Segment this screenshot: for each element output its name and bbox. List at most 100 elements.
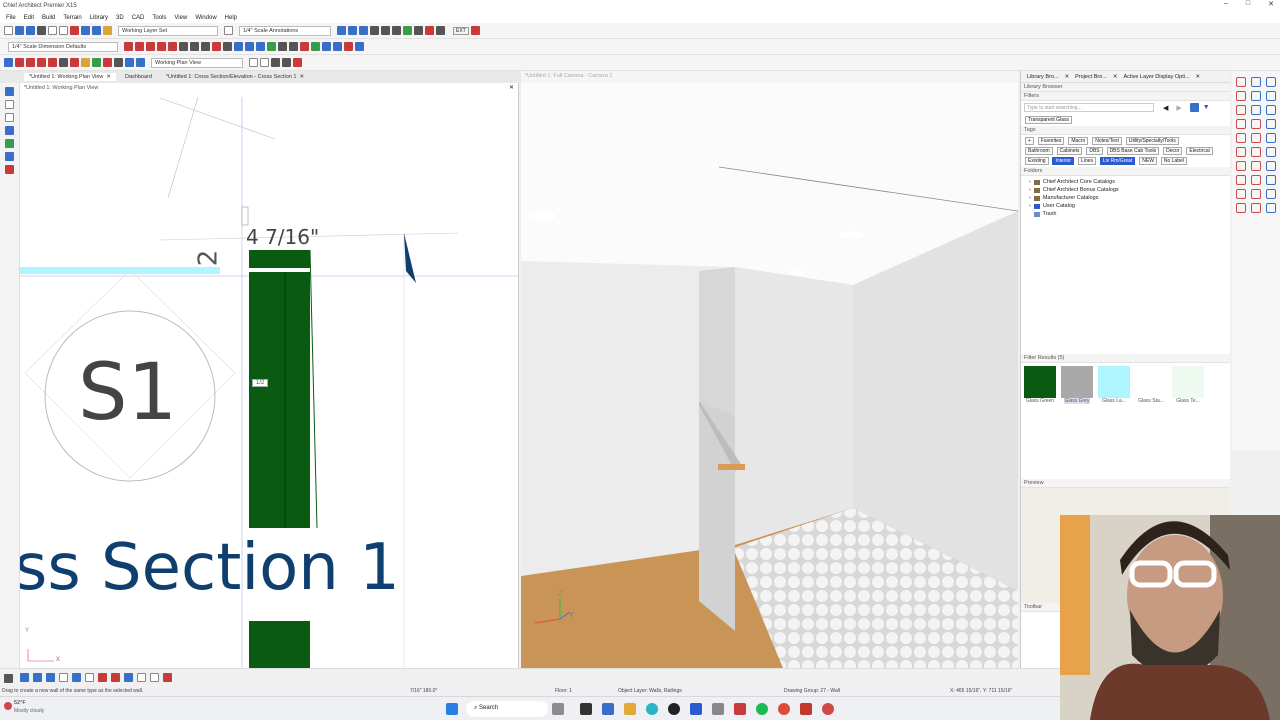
view-settings-icon[interactable] [136, 58, 145, 67]
plant-icon[interactable] [267, 42, 276, 51]
close-icon[interactable]: ✕ [1196, 74, 1201, 80]
dimension-defaults-select[interactable]: 1/4" Scale Dimension Defaults [8, 41, 118, 52]
menu-build[interactable]: Build [42, 15, 55, 21]
stairs-tool-icon[interactable] [289, 42, 298, 51]
tag-cabinets[interactable]: Cabinets [1056, 147, 1083, 155]
library-search-input[interactable]: Type to start searching... [1024, 103, 1154, 112]
dimension-tool-icon[interactable] [212, 42, 221, 51]
arc-tool-icon[interactable] [201, 42, 210, 51]
tag-liv-rm[interactable]: Liv Rm/Great [1099, 157, 1136, 165]
layer-set-select[interactable]: Working Layer Set [118, 25, 218, 36]
open-object-icon[interactable] [15, 58, 24, 67]
zoom-icon[interactable] [337, 26, 346, 35]
menu-help[interactable]: Help [225, 15, 237, 21]
result-glass-la[interactable]: Glass La... [1098, 366, 1130, 404]
menu-view[interactable]: View [174, 15, 187, 21]
weather-icon[interactable] [4, 702, 12, 710]
doc-icon[interactable] [5, 126, 14, 135]
align-tool-icon[interactable] [46, 673, 55, 682]
tag-decor[interactable]: Decor [1163, 147, 1183, 155]
point-icon[interactable] [1236, 203, 1246, 213]
wall-tool-icon[interactable] [135, 42, 144, 51]
spline-icon[interactable] [1266, 175, 1276, 185]
close-icon[interactable]: ✕ [1268, 0, 1274, 8]
cad-icon[interactable] [1266, 147, 1276, 157]
wall-join-icon[interactable] [111, 673, 120, 682]
store-icon[interactable] [602, 703, 614, 715]
chrome-icon[interactable] [778, 703, 790, 715]
library-icon[interactable] [256, 42, 265, 51]
small-dimension-tag[interactable]: 1/2 [252, 379, 269, 387]
camera-icon[interactable] [1266, 133, 1276, 143]
notes-icon[interactable] [5, 113, 14, 122]
snap-tool-icon[interactable] [33, 673, 42, 682]
grid-icon[interactable] [355, 42, 364, 51]
tag-new[interactable]: NEW [1139, 157, 1157, 165]
spotify-icon[interactable] [756, 703, 768, 715]
circle-icon[interactable] [1236, 175, 1246, 185]
folder-core-catalogs[interactable]: › Chief Architect Core Catalogs [1021, 178, 1230, 186]
paint-icon[interactable] [311, 42, 320, 51]
polyline-icon[interactable] [1236, 189, 1246, 199]
dimension-label[interactable]: 4 7/16" [246, 225, 319, 249]
distribute-tool-icon[interactable] [59, 673, 68, 682]
maximize-icon[interactable]: □ [1246, 0, 1250, 8]
zoom-out-icon[interactable] [348, 26, 357, 35]
tag-existing[interactable]: Existing [1025, 157, 1049, 165]
menu-3d[interactable]: 3D [116, 15, 124, 21]
app-icon[interactable] [734, 703, 746, 715]
callout-icon[interactable] [1251, 203, 1261, 213]
close-tab-icon[interactable]: ✕ [106, 74, 111, 80]
select-objects-icon[interactable] [124, 42, 133, 51]
close-icon[interactable]: ✕ [1064, 74, 1069, 80]
cross-section-icon[interactable] [245, 42, 254, 51]
lighting-icon[interactable] [300, 42, 309, 51]
resize-tool-icon[interactable] [85, 673, 94, 682]
tag-dbs-base-cab[interactable]: DBS Base Cab Tools [1106, 147, 1160, 155]
layer-icon[interactable] [103, 26, 112, 35]
annotation-set-select[interactable]: 1/4" Scale Annotations [239, 25, 331, 36]
close-tab-icon[interactable]: ✕ [299, 74, 304, 80]
door-tool-icon[interactable] [146, 42, 155, 51]
layers-icon[interactable] [5, 139, 14, 148]
zoom-icon[interactable] [1251, 91, 1261, 101]
roof-tool-icon[interactable] [278, 42, 287, 51]
text-icon[interactable] [1251, 147, 1261, 157]
folder-user-catalog[interactable]: › User Catalog [1021, 202, 1230, 210]
dimension-icon[interactable] [1236, 147, 1246, 157]
result-glass-sta[interactable]: Glass Sta... [1135, 366, 1167, 404]
point-tool-icon[interactable] [150, 673, 159, 682]
view-icon[interactable] [1266, 77, 1276, 87]
fillet-icon[interactable] [81, 58, 90, 67]
view-up-icon[interactable] [249, 58, 258, 67]
roof-icon[interactable] [1266, 119, 1276, 129]
layer-display-icon[interactable] [271, 58, 280, 67]
render-icon[interactable] [392, 26, 401, 35]
view-select[interactable]: Working Plan View [151, 57, 243, 68]
tag-favorites[interactable]: Favorites [1037, 137, 1065, 145]
text-tool-icon[interactable] [223, 42, 232, 51]
copy-icon[interactable] [26, 58, 35, 67]
redo-icon[interactable] [59, 26, 68, 35]
extend-icon[interactable] [92, 58, 101, 67]
record-app-icon[interactable] [822, 703, 834, 715]
align-icon[interactable] [103, 58, 112, 67]
tape-icon[interactable] [425, 26, 434, 35]
back-arrow-icon[interactable]: ◀ [1163, 104, 1168, 112]
draw-line-icon[interactable] [1236, 77, 1246, 87]
taskbar-search[interactable]: ⌕ Search [466, 701, 548, 717]
tag-bathroom[interactable]: Bathroom [1025, 147, 1053, 155]
undo-icon[interactable] [48, 26, 57, 35]
print-icon[interactable] [37, 26, 46, 35]
layer-lock-icon[interactable] [282, 58, 291, 67]
menu-cad[interactable]: CAD [132, 15, 145, 21]
tag-electrical[interactable]: Electrical [1186, 147, 1213, 155]
tab-dashboard[interactable]: Dashboard [120, 73, 157, 81]
pointer-icon[interactable] [4, 58, 13, 67]
forward-arrow-icon[interactable]: ▶ [1176, 104, 1181, 112]
elevation-icon[interactable] [381, 26, 390, 35]
help-icon[interactable] [92, 26, 101, 35]
material-icon[interactable] [1266, 161, 1276, 171]
layout-icon[interactable] [1251, 77, 1261, 87]
center-tool-icon[interactable] [72, 673, 81, 682]
